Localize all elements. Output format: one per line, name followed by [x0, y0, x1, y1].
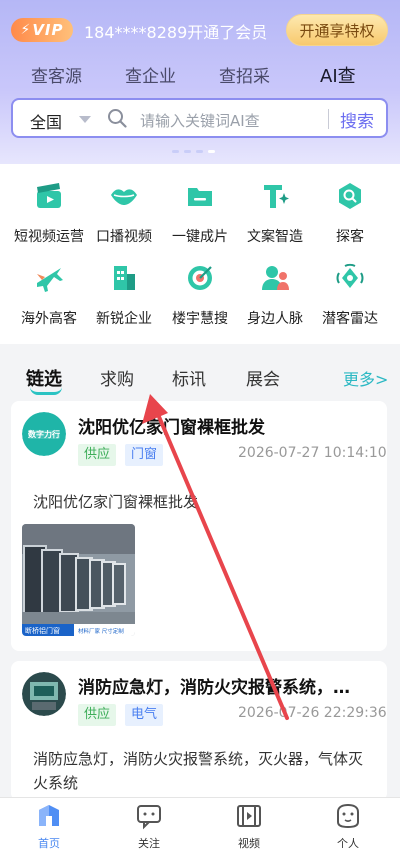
grid-label: 身边人脉	[247, 311, 303, 327]
carousel-dot	[196, 150, 203, 153]
home-icon	[39, 805, 59, 826]
vip-label: VIP	[32, 21, 64, 39]
search-button[interactable]: 搜索	[340, 107, 374, 132]
grid-label: 楼宇慧搜	[172, 311, 228, 327]
open-privilege-button[interactable]: 开通享特权	[286, 14, 388, 46]
building-icon	[114, 266, 135, 290]
airplane-icon	[37, 268, 63, 292]
card-title: 消防应急灯，消防火灾报警系统，…	[78, 678, 350, 698]
region-select[interactable]: 全国	[30, 109, 62, 133]
dropdown-arrow-icon[interactable]	[79, 116, 91, 123]
tag-category: 门窗	[125, 444, 164, 466]
card-title: 沈阳优亿家门窗裸框批发	[78, 418, 265, 438]
grid-item-short-video[interactable]: 短视频运营	[9, 180, 89, 246]
vip-badge[interactable]: ⚡ VIP	[11, 18, 73, 42]
people-icon	[262, 266, 289, 290]
tag-supply: 供应	[78, 704, 117, 726]
nav-label: 个人	[337, 837, 359, 850]
tab-ai-search[interactable]: AI查	[320, 62, 356, 88]
grid-label: 新锐企业	[96, 311, 152, 327]
feed-card[interactable]: 消防应急灯，消防火灾报警系统，… 供应 电气 2026-07-26 22:29:…	[11, 661, 387, 801]
grid-item-explore[interactable]: 探客	[310, 180, 390, 246]
video-clapper-icon	[37, 183, 61, 208]
tab-company[interactable]: 查企业	[125, 62, 176, 87]
text-sparkle-icon	[264, 185, 289, 208]
folder-icon	[188, 188, 212, 206]
bottom-nav: 首页 关注 视频 个人	[0, 797, 400, 852]
lips-icon	[111, 189, 137, 205]
nav-profile[interactable]: 个人	[318, 802, 378, 851]
quick-grid: 短视频运营 口播视频 一键成片 文案智造 探客 海外高客 新锐企业 楼宇慧搜 身…	[0, 164, 400, 344]
tab-purchase[interactable]: 求购	[100, 365, 134, 390]
avatar-text: 数字力行	[28, 429, 60, 439]
grid-label: 潜客雷达	[322, 311, 378, 327]
grid-item-new-company[interactable]: 新锐企业	[84, 262, 164, 328]
more-link[interactable]: 更多>	[343, 366, 388, 390]
grid-item-radar[interactable]: 潜客雷达	[310, 262, 390, 328]
carousel-indicator	[172, 150, 215, 153]
card-description: 消防应急灯，消防火灾报警系统，灭火器，气体灭火系统	[33, 750, 364, 792]
tab-procurement[interactable]: 查招采	[219, 62, 270, 87]
grid-item-copywriting[interactable]: 文案智造	[235, 180, 315, 246]
product-image[interactable]: 断桥铝门窗 材料厂家 尺寸定制	[22, 524, 135, 636]
photo-caption-right: 材料厂家 尺寸定制	[78, 627, 124, 635]
grid-label: 短视频运营	[14, 229, 84, 245]
grid-label: 口播视频	[96, 229, 152, 245]
nav-label: 视频	[238, 837, 260, 850]
top-tabs: 查客源 查企业 查招采 AI查	[0, 62, 400, 88]
photo-caption-left: 断桥铝门窗	[25, 626, 60, 635]
nav-home[interactable]: 首页	[19, 802, 79, 851]
search-divider	[328, 109, 329, 129]
card-description: 沈阳优亿家门窗裸框批发	[33, 493, 199, 511]
feed-tabs: 链选 求购 标讯 展会 更多>	[0, 344, 400, 398]
film-icon	[237, 805, 261, 827]
grid-label: 海外高客	[21, 311, 77, 327]
grid-item-overseas[interactable]: 海外高客	[9, 262, 89, 328]
nav-label: 关注	[138, 837, 160, 850]
avatar	[22, 672, 66, 716]
active-tab-indicator	[30, 387, 62, 395]
nav-follow[interactable]: 关注	[119, 802, 179, 851]
avatar: 数字力行	[22, 412, 66, 456]
tab-customer-source[interactable]: 查客源	[31, 62, 82, 87]
follow-icon	[137, 805, 161, 830]
hex-search-icon	[339, 183, 361, 209]
tag-category: 电气	[125, 704, 164, 726]
grid-item-one-click[interactable]: 一键成片	[160, 180, 240, 246]
header: ⚡ VIP 184****8289开通了会员 开通享特权 查客源 查企业 查招采…	[0, 0, 400, 164]
card-time: 2026-07-26 22:29:36	[238, 705, 387, 721]
tag-supply: 供应	[78, 444, 117, 466]
search-icon	[108, 109, 127, 128]
carousel-dot-active	[208, 150, 215, 153]
grid-item-building-search[interactable]: 楼宇慧搜	[160, 262, 240, 328]
lightning-icon: ⚡	[20, 22, 31, 38]
nav-label: 首页	[38, 837, 60, 850]
carousel-dot	[184, 150, 191, 153]
grid-label: 探客	[336, 229, 364, 245]
grid-item-voice-video[interactable]: 口播视频	[84, 180, 164, 246]
member-notice: 184****8289开通了会员	[84, 23, 268, 42]
user-icon	[337, 803, 359, 829]
card-time: 2026-07-27 10:14:10	[238, 445, 387, 461]
feed-card[interactable]: 数字力行 沈阳优亿家门窗裸框批发 供应 门窗 2026-07-27 10:14:…	[11, 401, 387, 651]
target-icon	[188, 266, 212, 290]
nav-video[interactable]: 视频	[219, 802, 279, 851]
search-bar: 全国 请输入关键词AI查 搜索	[11, 98, 388, 138]
grid-label: 文案智造	[247, 229, 303, 245]
tab-exhibition[interactable]: 展会	[246, 365, 280, 390]
carousel-dot	[172, 150, 179, 153]
radar-icon	[336, 263, 364, 288]
search-input[interactable]: 请输入关键词AI查	[140, 110, 260, 131]
grid-label: 一键成片	[172, 229, 228, 245]
grid-item-contacts[interactable]: 身边人脉	[235, 262, 315, 328]
tab-bid-news[interactable]: 标讯	[172, 365, 206, 390]
